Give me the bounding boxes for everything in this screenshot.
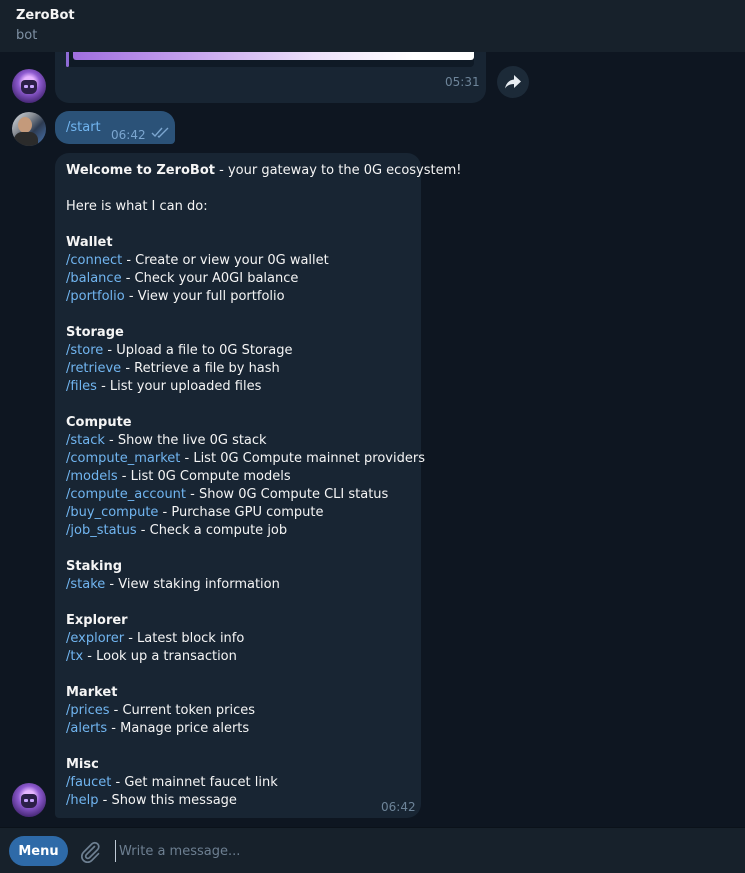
user-avatar[interactable] (12, 112, 46, 146)
outgoing-message-bubble[interactable]: /start 06:42 (55, 111, 175, 144)
command-line: /job_status - Check a compute job (66, 522, 421, 540)
section-title-compute: Compute (66, 415, 132, 430)
command-line: /retrieve - Retrieve a file by hash (66, 360, 421, 378)
message-time: 06:42 (381, 800, 416, 814)
command-line: /stake - View staking information (66, 576, 421, 594)
message-composer: Menu (0, 827, 745, 873)
message-list[interactable]: 05:31 /start 06:42 Welcome to ZeroBot - … (0, 52, 745, 827)
command-line: /portfolio - View your full portfolio (66, 288, 421, 306)
command-link-compute-market[interactable]: /compute_market (66, 451, 180, 466)
command-line: /connect - Create or view your 0G wallet (66, 252, 421, 270)
command-link-stack[interactable]: /stack (66, 433, 105, 448)
chat-header[interactable]: ZeroBot bot (0, 0, 745, 52)
command-link-connect[interactable]: /connect (66, 253, 122, 268)
command-description: - Check your A0GI balance (121, 271, 299, 286)
share-button[interactable] (497, 66, 529, 98)
avatar-eye (30, 799, 34, 802)
intro-text: - your gateway to the 0G ecosystem! (215, 163, 462, 178)
command-link-prices[interactable]: /prices (66, 703, 110, 718)
media-preview[interactable] (66, 52, 474, 67)
command-line: /prices - Current token prices (66, 702, 421, 720)
start-command[interactable]: /start (66, 119, 101, 137)
command-link-stake[interactable]: /stake (66, 577, 105, 592)
avatar-eye (24, 799, 28, 802)
section-title-storage: Storage (66, 325, 124, 340)
welcome-message-bubble[interactable]: Welcome to ZeroBot - your gateway to the… (55, 153, 462, 818)
bot-avatar[interactable] (12, 783, 46, 817)
command-description: - Upload a file to 0G Storage (103, 343, 293, 358)
command-line: /stack - Show the live 0G stack (66, 432, 421, 450)
command-line: /compute_market - List 0G Compute mainne… (66, 450, 425, 468)
command-description: - View staking information (105, 577, 280, 592)
command-description: - List 0G Compute mainnet providers (180, 451, 425, 466)
section-title-wallet: Wallet (66, 235, 113, 250)
command-line: /faucet - Get mainnet faucet link (66, 774, 421, 792)
menu-button[interactable]: Menu (9, 836, 68, 866)
preview-image (73, 52, 474, 60)
command-line: /store - Upload a file to 0G Storage (66, 342, 421, 360)
command-description: - Manage price alerts (107, 721, 250, 736)
command-line: /tx - Look up a transaction (66, 648, 421, 666)
command-description: - Show this message (98, 793, 237, 808)
command-description: - Show the live 0G stack (104, 433, 267, 448)
command-line: /models - List 0G Compute models (66, 468, 421, 486)
message-time: 05:31 (445, 75, 480, 89)
command-description: - Get mainnet faucet link (111, 775, 278, 790)
section-title-market: Market (66, 685, 118, 700)
double-check-icon (151, 127, 169, 138)
command-line: /buy_compute - Purchase GPU compute (66, 504, 421, 522)
capabilities-heading: Here is what I can do: (66, 199, 208, 214)
command-description: - List your uploaded files (96, 379, 262, 394)
command-description: - Current token prices (109, 703, 256, 718)
command-link-job-status[interactable]: /job_status (66, 523, 137, 538)
command-description: - Purchase GPU compute (158, 505, 324, 520)
command-link-help[interactable]: /help (66, 793, 98, 808)
command-line: /help - Show this message (66, 792, 421, 810)
message-time: 06:42 (111, 128, 146, 142)
chat-title: ZeroBot (16, 8, 75, 23)
previous-message-bubble[interactable]: 05:31 (55, 52, 486, 103)
command-link-store[interactable]: /store (66, 343, 103, 358)
section-title-misc: Misc (66, 757, 99, 772)
command-description: - List 0G Compute models (117, 469, 291, 484)
command-link-alerts[interactable]: /alerts (66, 721, 107, 736)
command-link-retrieve[interactable]: /retrieve (66, 361, 121, 376)
command-description: - Create or view your 0G wallet (122, 253, 329, 268)
chat-subtitle: bot (16, 28, 38, 43)
message-input[interactable] (115, 840, 715, 862)
command-description: - View your full portfolio (124, 289, 285, 304)
avatar-eye (30, 85, 34, 88)
command-line: /explorer - Latest block info (66, 630, 421, 648)
command-link-models[interactable]: /models (66, 469, 118, 484)
command-link-faucet[interactable]: /faucet (66, 775, 111, 790)
command-link-buy-compute[interactable]: /buy_compute (66, 505, 158, 520)
command-line: /balance - Check your A0GI balance (66, 270, 421, 288)
command-description: - Check a compute job (136, 523, 288, 538)
command-description: - Show 0G Compute CLI status (186, 487, 389, 502)
command-link-tx[interactable]: /tx (66, 649, 83, 664)
bot-avatar[interactable] (12, 69, 46, 103)
avatar-eye (24, 85, 28, 88)
share-arrow-icon (505, 75, 521, 89)
command-description: - Latest block info (124, 631, 245, 646)
preview-accent-rule (66, 52, 69, 67)
intro-line: Welcome to ZeroBot - your gateway to the… (66, 162, 462, 180)
command-link-explorer[interactable]: /explorer (66, 631, 124, 646)
command-link-portfolio[interactable]: /portfolio (66, 289, 125, 304)
command-description: - Look up a transaction (83, 649, 237, 664)
command-link-files[interactable]: /files (66, 379, 97, 394)
section-title-staking: Staking (66, 559, 123, 574)
command-link-compute-account[interactable]: /compute_account (66, 487, 186, 502)
command-line: /compute_account - Show 0G Compute CLI s… (66, 486, 421, 504)
avatar-body (14, 132, 38, 146)
avatar-head (18, 117, 32, 133)
command-description: - Retrieve a file by hash (121, 361, 280, 376)
command-link-balance[interactable]: /balance (66, 271, 122, 286)
intro-bold: Welcome to ZeroBot (66, 163, 215, 178)
command-line: /files - List your uploaded files (66, 378, 421, 396)
paperclip-icon[interactable] (78, 840, 102, 864)
command-line: /alerts - Manage price alerts (66, 720, 421, 738)
section-title-explorer: Explorer (66, 613, 128, 628)
